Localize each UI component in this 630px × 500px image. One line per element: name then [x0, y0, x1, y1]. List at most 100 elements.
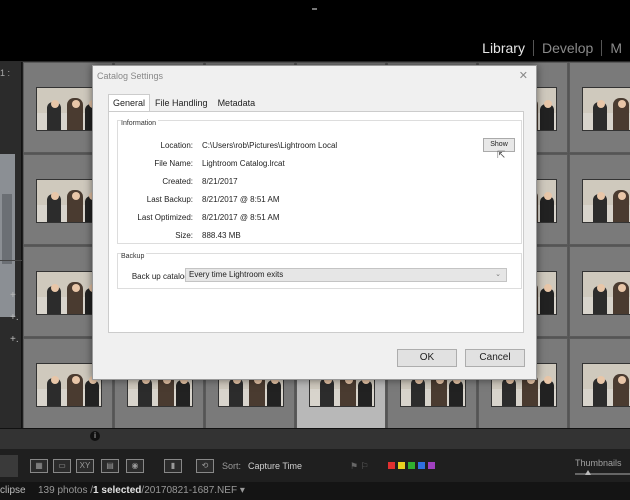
tab-metadata[interactable]: Metadata [213, 94, 261, 112]
thumbnail-figure [176, 380, 190, 406]
grid-view-icon[interactable]: ▦ [30, 459, 48, 473]
selected-filename[interactable]: /20170821-1687.NEF [141, 485, 237, 496]
color-label-swatch[interactable] [418, 462, 425, 469]
mouse-cursor-icon: ⇱ [497, 150, 506, 161]
thumbnail-figure [540, 104, 554, 130]
thumbnail-face [618, 192, 626, 200]
filename-dropdown-icon[interactable]: ▾ [237, 485, 245, 496]
photo-count: 139 photos /1 selected/20170821-1687.NEF… [38, 485, 245, 496]
thumbnail-face [51, 284, 59, 292]
thumbnail-face [544, 192, 552, 200]
location-value: C:\Users\rob\Pictures\Lightroom Local [202, 141, 338, 150]
toolbar-main: ▦ ▭ XY ▤ ◉ ▮ ⟲ Sort: Capture Time ⚑ ⚐ Th… [0, 451, 630, 483]
color-label-swatch[interactable] [428, 462, 435, 469]
last-backup-label: Last Backup: [146, 195, 193, 204]
thumbnail-face [51, 192, 59, 200]
general-tab-panel: Information Location: C:\Users\rob\Pictu… [108, 111, 524, 333]
thumbnail-figure [540, 196, 554, 222]
slider-knob-icon[interactable] [585, 470, 591, 475]
sort-label: Sort: [222, 461, 242, 471]
module-library[interactable]: Library [474, 40, 533, 56]
location-label: Location: [160, 141, 193, 150]
photo-thumbnail[interactable] [582, 363, 630, 407]
thumbnail-cell[interactable] [569, 154, 630, 245]
left-panel: 1 : + +. +. [0, 62, 22, 454]
tab-general[interactable]: General [108, 94, 151, 112]
thumbnail-face [72, 376, 80, 384]
divider [0, 260, 22, 261]
sort-dropdown[interactable]: Capture Time [248, 461, 302, 471]
thumbnail-face [544, 376, 552, 384]
chevron-down-icon: ⌄ [495, 271, 501, 278]
cancel-button[interactable]: Cancel [465, 349, 525, 367]
collapse-handle-icon[interactable] [312, 8, 317, 10]
tab-file-handling[interactable]: File Handling [150, 94, 213, 112]
thumbnail-face [597, 376, 605, 384]
module-map[interactable]: M [602, 40, 630, 56]
help-icon[interactable]: i [90, 431, 100, 441]
module-develop[interactable]: Develop [534, 40, 601, 56]
flag-icons[interactable]: ⚑ ⚐ [350, 461, 369, 472]
thumbnail-face [618, 100, 626, 108]
color-label-swatch[interactable] [408, 462, 415, 469]
thumbnail-figure [540, 380, 554, 406]
thumbnails-label: Thumbnails [575, 458, 622, 468]
thumbnail-face [51, 100, 59, 108]
thumbnail-figure [540, 288, 554, 314]
color-label-swatch[interactable] [388, 462, 395, 469]
color-label-swatches [388, 462, 435, 469]
dialog-title: Catalog Settings [97, 71, 164, 81]
status-edge-text: clipse [0, 485, 26, 496]
thumbnail-cell[interactable] [569, 246, 630, 337]
size-label: Size: [175, 231, 193, 240]
color-label-swatch[interactable] [398, 462, 405, 469]
rotate-icon[interactable]: ⟲ [196, 459, 214, 473]
lightroom-window: Library Develop M 1 : + +. +. i ▦ ▭ XY ▤… [0, 0, 630, 500]
compare-view-icon[interactable]: XY [76, 459, 94, 473]
thumbnail-face [597, 100, 605, 108]
add-collection-icon[interactable]: +. [10, 312, 19, 323]
thumbnail-face [597, 284, 605, 292]
created-value: 8/21/2017 [202, 177, 238, 186]
survey-view-icon[interactable]: ▤ [101, 459, 119, 473]
close-icon[interactable]: ✕ [519, 69, 528, 82]
dialog-tabs: General File Handling Metadata [108, 94, 260, 112]
filmstrip-status-bar: clipse 139 photos /1 selected/20170821-1… [0, 482, 630, 500]
photo-thumbnail[interactable] [582, 271, 630, 315]
thumbnail-face [618, 284, 626, 292]
thumbnail-face [544, 100, 552, 108]
identity-plate: Library Develop M [0, 14, 630, 62]
selected-count: 1 selected [93, 485, 142, 496]
thumbnail-figure [85, 380, 99, 406]
thumbnail-figure [449, 380, 463, 406]
painter-icon[interactable]: ▮ [164, 459, 182, 473]
photo-thumbnail[interactable] [582, 179, 630, 223]
ok-button[interactable]: OK [397, 349, 457, 367]
thumbnail-size-slider[interactable] [575, 470, 630, 475]
thumbnail-face [618, 376, 626, 384]
thumbnail-face [597, 192, 605, 200]
size-value: 888.43 MB [202, 231, 241, 240]
thumbnail-cell[interactable] [569, 338, 630, 428]
photo-count-text: 139 photos / [38, 485, 94, 496]
thumbnail-face [72, 192, 80, 200]
add-collection-icon[interactable]: +. [10, 334, 19, 345]
loupe-view-icon[interactable]: ▭ [53, 459, 71, 473]
thumbnail-face [72, 100, 80, 108]
people-view-icon[interactable]: ◉ [126, 459, 144, 473]
last-optimized-value: 8/21/2017 @ 8:51 AM [202, 213, 280, 222]
backup-catalog-label: Back up catalog: [131, 272, 191, 281]
file-name-value: Lightroom Catalog.lrcat [202, 159, 285, 168]
thumbnail-face [72, 284, 80, 292]
module-picker: Library Develop M [474, 40, 630, 56]
thumbnail-cell[interactable] [569, 62, 630, 153]
backup-frequency-value: Every time Lightroom exits [189, 270, 284, 279]
last-optimized-label: Last Optimized: [137, 213, 193, 222]
last-backup-value: 8/21/2017 @ 8:51 AM [202, 195, 280, 204]
title-bar [0, 0, 630, 14]
toolbar-top-strip: i [0, 429, 630, 449]
left-panel-header: 1 : [0, 68, 11, 78]
add-collection-icon[interactable]: + [10, 290, 16, 301]
backup-frequency-select[interactable]: Every time Lightroom exits ⌄ [185, 268, 507, 282]
photo-thumbnail[interactable] [582, 87, 630, 131]
